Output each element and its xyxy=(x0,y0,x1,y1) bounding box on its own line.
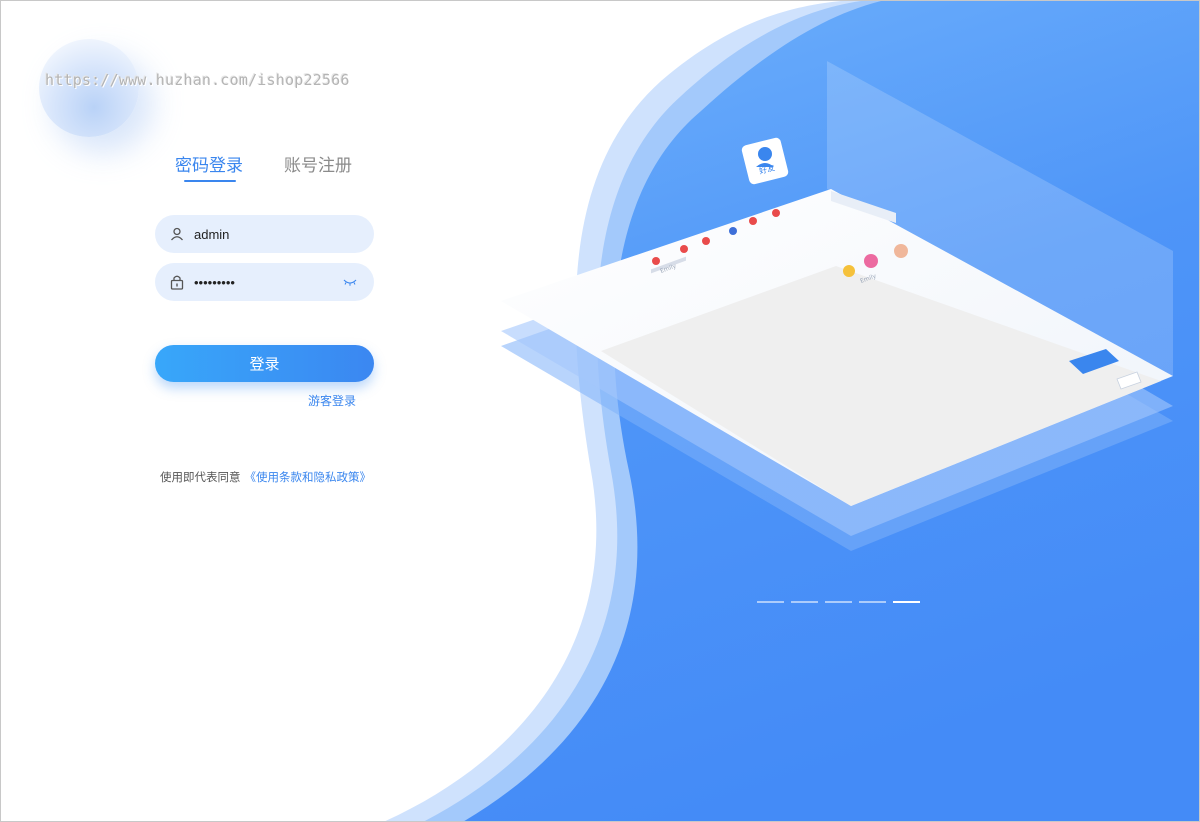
login-button[interactable]: 登录 xyxy=(155,345,374,382)
user-icon xyxy=(169,226,185,242)
carousel-dot[interactable] xyxy=(791,601,818,603)
watermark-text: https://www.huzhan.com/ishop22566 xyxy=(45,71,350,89)
agreement-text: 使用即代表同意 《使用条款和隐私政策》 xyxy=(160,469,371,485)
tab-account-register[interactable]: 账号注册 xyxy=(284,151,352,176)
active-tab-underline xyxy=(184,180,236,182)
terms-link[interactable]: 《使用条款和隐私政策》 xyxy=(245,470,372,484)
password-input[interactable] xyxy=(194,274,334,290)
lock-icon xyxy=(169,274,185,290)
carousel-dot[interactable] xyxy=(825,601,852,603)
carousel-dot-active[interactable] xyxy=(893,601,920,603)
login-window: Emily Emily 好友 https://www.huzhan.com/is… xyxy=(0,0,1200,822)
hero-illustration: Emily Emily xyxy=(385,1,1199,821)
guest-login-link[interactable]: 游客登录 xyxy=(308,392,356,409)
password-field[interactable] xyxy=(155,263,374,301)
carousel-indicators xyxy=(757,601,920,603)
username-field[interactable] xyxy=(155,215,374,253)
carousel-dot[interactable] xyxy=(859,601,886,603)
carousel-dot[interactable] xyxy=(757,601,784,603)
eye-closed-icon[interactable] xyxy=(342,275,358,287)
agreement-prefix: 使用即代表同意 xyxy=(160,470,241,484)
tab-password-login[interactable]: 密码登录 xyxy=(175,151,243,176)
username-input[interactable] xyxy=(194,226,334,242)
